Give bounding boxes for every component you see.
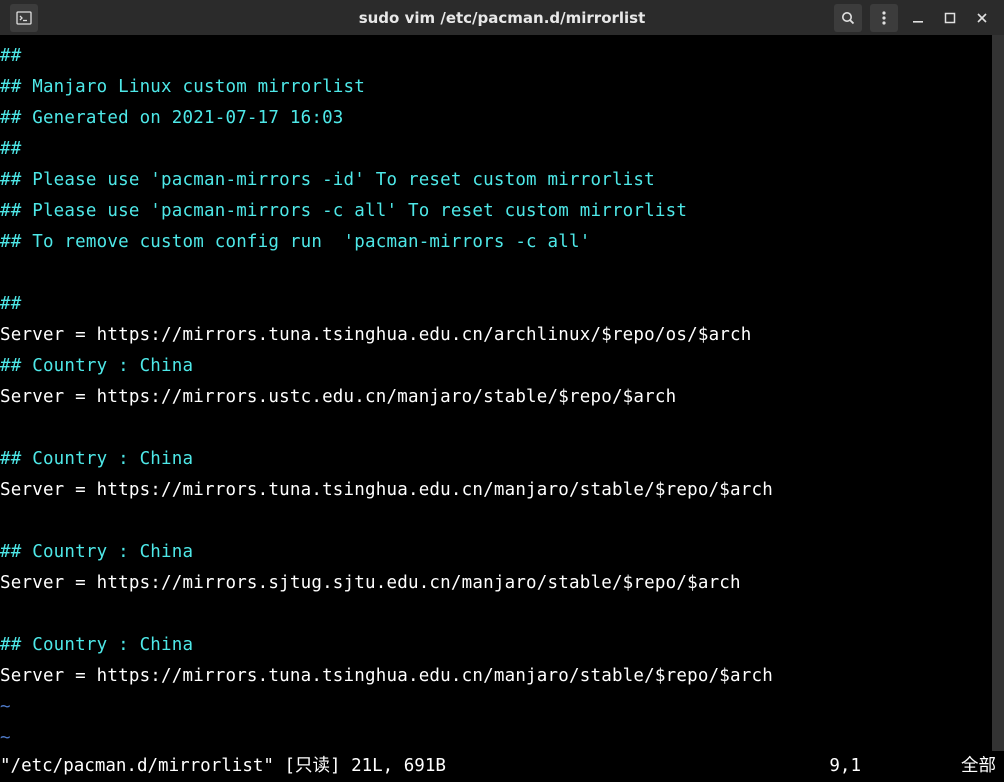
editor-line: ## Country : China (0, 351, 992, 382)
scrollbar[interactable] (992, 35, 1004, 760)
editor-line: ## Country : China (0, 630, 992, 661)
editor-line: Server = https://mirrors.tuna.tsinghua.e… (0, 320, 992, 351)
editor-line: ~ (0, 692, 992, 723)
menu-button[interactable] (870, 4, 898, 32)
vim-status-line: "/etc/pacman.d/mirrorlist" [只读] 21L, 691… (0, 751, 1004, 782)
editor-line: ## Manjaro Linux custom mirrorlist (0, 72, 992, 103)
close-button[interactable] (970, 4, 994, 32)
editor-line: ## Please use 'pacman-mirrors -c all' To… (0, 196, 992, 227)
editor-line: ## (0, 289, 992, 320)
scroll-thumb[interactable] (992, 35, 1004, 760)
status-cursor-pos: 9,1 (829, 751, 861, 782)
terminal-app-icon[interactable] (10, 4, 38, 32)
editor-line: ~ (0, 723, 992, 754)
editor-line: ## Country : China (0, 537, 992, 568)
editor-line (0, 258, 992, 289)
editor-line (0, 506, 992, 537)
editor-line: ## (0, 41, 992, 72)
editor-line: Server = https://mirrors.sjtug.sjtu.edu.… (0, 568, 992, 599)
maximize-button[interactable] (938, 4, 962, 32)
titlebar: sudo vim /etc/pacman.d/mirrorlist (0, 0, 1004, 35)
editor-line: Server = https://mirrors.ustc.edu.cn/man… (0, 382, 992, 413)
minimize-button[interactable] (906, 4, 930, 32)
search-button[interactable] (834, 4, 862, 32)
editor-line: Server = https://mirrors.tuna.tsinghua.e… (0, 475, 992, 506)
status-scroll-pos: 全部 (961, 751, 996, 782)
editor-line (0, 599, 992, 630)
editor-content[interactable]: #### Manjaro Linux custom mirrorlist## G… (0, 35, 992, 782)
editor-line: ## Generated on 2021-07-17 16:03 (0, 103, 992, 134)
editor-line: ## To remove custom config run 'pacman-m… (0, 227, 992, 258)
status-file-info: "/etc/pacman.d/mirrorlist" [只读] 21L, 691… (0, 751, 446, 782)
editor-line: Server = https://mirrors.tuna.tsinghua.e… (0, 661, 992, 692)
editor-line (0, 413, 992, 444)
editor-line: ## Please use 'pacman-mirrors -id' To re… (0, 165, 992, 196)
editor-line: ## Country : China (0, 444, 992, 475)
editor-line: ## (0, 134, 992, 165)
